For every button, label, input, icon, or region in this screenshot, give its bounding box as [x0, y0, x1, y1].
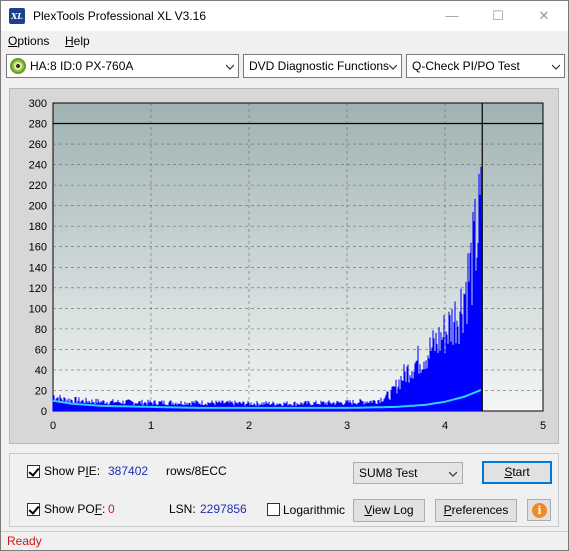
show-pie-label: Show PIE: [44, 464, 100, 478]
y-tick-label: 60 [35, 344, 47, 356]
y-tick-label: 220 [29, 180, 47, 192]
preferences-button-accel: P [443, 503, 452, 517]
y-axis-ticks: 0 20 40 60 80 100 120 140 160 180 200 220 240 260 280 3… [29, 98, 47, 418]
y-tick-label: 40 [35, 365, 47, 377]
minimize-button[interactable]: — [429, 1, 475, 31]
x-tick-label: 0 [50, 420, 56, 432]
y-tick-label: 240 [29, 160, 47, 172]
chevron-down-icon [226, 64, 234, 70]
drive-select[interactable]: HA:8 ID:0 PX-760A [6, 54, 239, 78]
show-pie-checkbox[interactable] [27, 465, 40, 478]
menu-options-accel: O [8, 34, 18, 48]
lsn-label: LSN: [169, 502, 196, 516]
drive-select-value: HA:8 ID:0 PX-760A [30, 59, 134, 73]
y-tick-label: 180 [29, 221, 47, 233]
menu-bar: Options Help [1, 31, 568, 52]
logarithmic-label: Logarithmic [283, 503, 346, 517]
show-pof-label-suffix: : [102, 502, 106, 516]
toolbar: HA:8 ID:0 PX-760A DVD Diagnostic Functio… [1, 53, 568, 79]
title-bar: XL PlexTools Professional XL V3.16 — ☐ ✕ [1, 1, 568, 31]
y-tick-label: 80 [35, 324, 47, 336]
maximize-button[interactable]: ☐ [475, 1, 521, 31]
y-tick-label: 100 [29, 303, 47, 315]
app-window: XL PlexTools Professional XL V3.16 — ☐ ✕… [0, 0, 569, 551]
start-button[interactable]: Start [482, 461, 552, 484]
preferences-button-label: references [451, 503, 509, 517]
y-tick-label: 0 [41, 406, 47, 418]
show-pie-label-prefix: Show P [44, 464, 86, 478]
y-tick-label: 300 [29, 98, 47, 110]
x-tick-label: 5 [540, 420, 546, 432]
menu-options[interactable]: Options [8, 34, 49, 48]
menu-help[interactable]: Help [65, 34, 90, 48]
y-tick-label: 20 [35, 385, 47, 397]
preferences-button[interactable]: Preferences [435, 499, 517, 522]
control-panel: Show PIE: 387402 rows/8ECC SUM8 Test Sta… [9, 453, 559, 527]
pie-value: 387402 [108, 464, 149, 478]
pof-value: 0 [108, 502, 115, 516]
chevron-down-icon [389, 64, 397, 70]
menu-help-label: elp [73, 34, 90, 48]
window-title: PlexTools Professional XL V3.16 [33, 9, 206, 23]
show-pof-label-prefix: Show PO [44, 502, 95, 516]
lsn-value: 2297856 [200, 502, 247, 516]
pie-unit: rows/8ECC [166, 464, 227, 478]
show-pie-label-suffix: E: [88, 464, 101, 478]
sum-test-select[interactable]: SUM8 Test [353, 462, 463, 484]
x-tick-label: 1 [148, 420, 154, 432]
disc-drive-icon [10, 58, 26, 74]
y-tick-label: 120 [29, 283, 47, 295]
sum-test-select-value: SUM8 Test [359, 466, 418, 480]
show-pof-label-accel: F [94, 502, 103, 516]
y-tick-label: 280 [29, 119, 47, 131]
plextools-logo-icon: XL [9, 8, 25, 24]
logarithmic-checkbox[interactable] [267, 503, 280, 516]
y-tick-label: 200 [29, 201, 47, 213]
test-select[interactable]: Q-Check PI/PO Test [406, 54, 565, 78]
view-log-button[interactable]: View Log [353, 499, 425, 522]
chevron-down-icon [552, 64, 560, 70]
y-tick-label: 260 [29, 139, 47, 151]
x-tick-label: 2 [246, 420, 252, 432]
function-select[interactable]: DVD Diagnostic Functions [243, 54, 402, 78]
test-select-value: Q-Check PI/PO Test [412, 59, 520, 73]
function-select-value: DVD Diagnostic Functions [249, 59, 390, 73]
info-button[interactable]: i [527, 499, 551, 521]
view-log-button-label: iew Log [372, 503, 414, 517]
y-tick-label: 160 [29, 242, 47, 254]
chart-panel: 0 20 40 60 80 100 120 140 160 180 200 220 240 260 280 3… [9, 88, 559, 444]
y-tick-label: 140 [29, 262, 47, 274]
show-pof-checkbox[interactable] [27, 503, 40, 516]
menu-options-label: ptions [17, 34, 50, 48]
close-button[interactable]: ✕ [521, 1, 567, 31]
pi-po-chart: 0204060801001201401601802002202402602803… [29, 98, 546, 432]
chevron-down-icon [449, 471, 457, 477]
start-button-label: tart [512, 465, 530, 479]
status-text: Ready [7, 534, 42, 548]
show-pof-label: Show POF: [44, 502, 105, 516]
menu-help-accel: H [65, 34, 74, 48]
info-icon: i [532, 503, 547, 518]
x-axis-ticks: 0 1 2 3 4 5 [50, 420, 546, 432]
status-bar: Ready [1, 531, 568, 550]
x-tick-label: 3 [344, 420, 350, 432]
x-tick-label: 4 [442, 420, 448, 432]
